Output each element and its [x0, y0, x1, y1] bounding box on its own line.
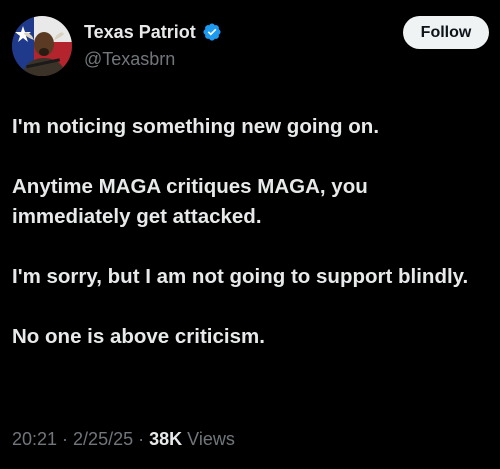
tweet-text: I'm noticing something new going on. Any…: [12, 112, 488, 352]
tweet-meta: 20:21 · 2/25/25 · 38K Views: [12, 427, 235, 451]
tweet-time[interactable]: 20:21: [12, 429, 57, 449]
views-label: Views: [187, 429, 235, 449]
tweet-paragraph: No one is above criticism.: [12, 325, 265, 348]
author-display-name[interactable]: Texas Patriot: [84, 21, 196, 43]
meta-separator: ·: [57, 429, 74, 449]
verified-badge-icon: [202, 22, 222, 42]
author-name-row: Texas Patriot: [84, 21, 222, 43]
author-handle[interactable]: @Texasbrn: [84, 48, 175, 70]
avatar[interactable]: [12, 16, 72, 76]
tweet-paragraph: Anytime MAGA critiques MAGA, you immedia…: [12, 175, 368, 228]
views-count[interactable]: 38K: [149, 429, 182, 449]
tweet-date[interactable]: 2/25/25: [73, 429, 133, 449]
follow-button[interactable]: Follow: [403, 16, 489, 49]
avatar-image: [12, 16, 72, 76]
tweet-paragraph: I'm sorry, but I am not going to support…: [12, 265, 469, 288]
tweet-paragraph: I'm noticing something new going on.: [12, 115, 380, 138]
meta-separator: ·: [133, 429, 150, 449]
